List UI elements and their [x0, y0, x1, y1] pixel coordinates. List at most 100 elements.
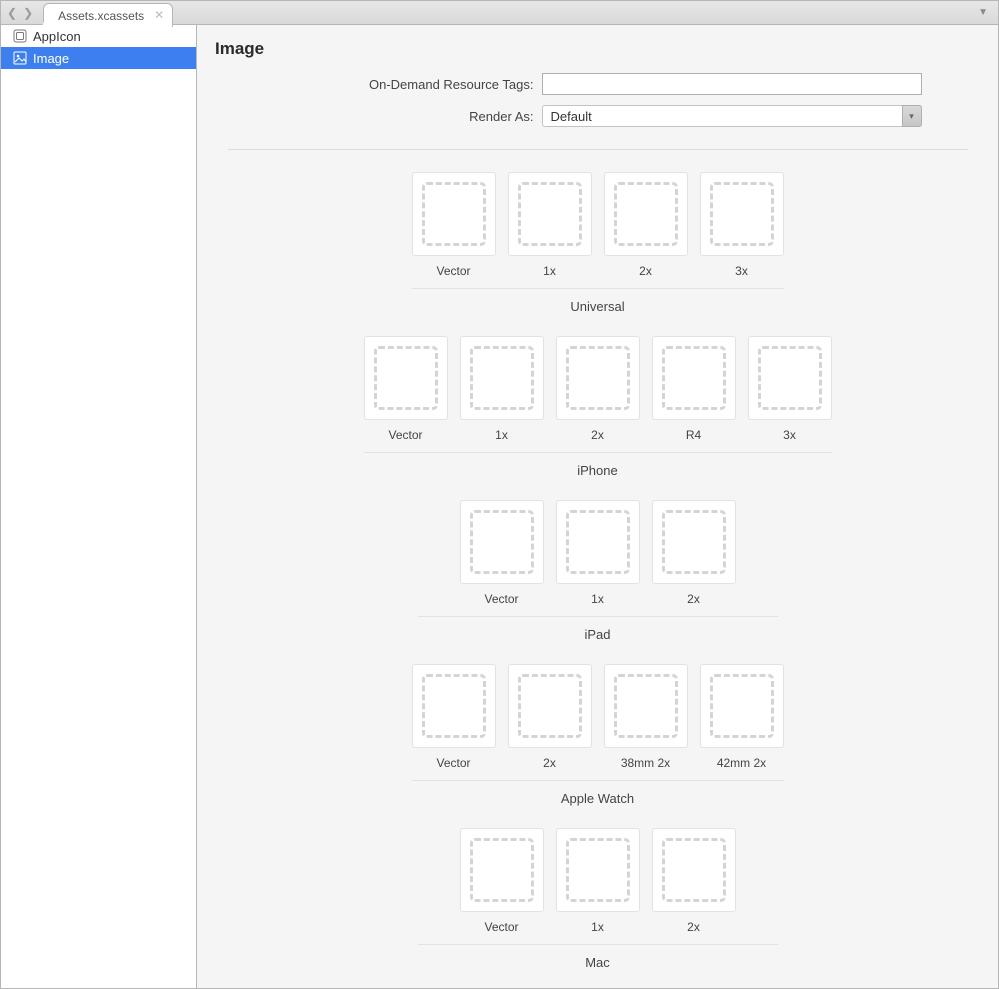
image-group: Vector2x38mm 2x42mm 2xApple Watch [412, 664, 784, 806]
tags-row: On-Demand Resource Tags: [274, 73, 922, 95]
image-well[interactable] [700, 172, 784, 256]
image-well[interactable] [652, 500, 736, 584]
slot-label: Vector [436, 756, 470, 770]
image-well[interactable] [460, 828, 544, 912]
slot-label: 1x [543, 264, 556, 278]
placeholder-icon [662, 838, 726, 902]
image-slot: Vector [412, 172, 496, 278]
placeholder-icon [374, 346, 438, 410]
placeholder-icon [470, 510, 534, 574]
slot-row: Vector2x38mm 2x42mm 2x [412, 664, 784, 770]
sidebar-item-image[interactable]: Image [1, 47, 196, 69]
image-slot: R4 [652, 336, 736, 442]
placeholder-icon [614, 674, 678, 738]
image-group: Vector1x2xiPad [418, 500, 778, 642]
group-divider [412, 288, 784, 289]
nav-back-button[interactable]: ❮ [7, 6, 17, 20]
image-well[interactable] [604, 664, 688, 748]
image-slot: 3x [700, 172, 784, 278]
placeholder-icon [614, 182, 678, 246]
appicon-icon [13, 29, 27, 43]
placeholder-icon [758, 346, 822, 410]
slot-label: Vector [436, 264, 470, 278]
image-slot: Vector [460, 828, 544, 934]
placeholder-icon [422, 182, 486, 246]
image-well[interactable] [604, 172, 688, 256]
imageset-icon [13, 51, 27, 65]
slot-label: Vector [484, 920, 518, 934]
body: AppIcon Image Image On-Demand Resource T… [1, 25, 998, 988]
window: ❮ ❯ Assets.xcassets ✕ ▼ AppIcon Image [0, 0, 999, 989]
image-well[interactable] [748, 336, 832, 420]
tab-assets[interactable]: Assets.xcassets ✕ [43, 3, 173, 27]
overflow-menu-button[interactable]: ▼ [974, 7, 992, 18]
nav-forward-button[interactable]: ❯ [23, 6, 33, 20]
placeholder-icon [470, 346, 534, 410]
image-well[interactable] [508, 664, 592, 748]
image-well[interactable] [412, 664, 496, 748]
image-well[interactable] [652, 828, 736, 912]
slot-label: Vector [388, 428, 422, 442]
slot-label: 1x [495, 428, 508, 442]
chevron-down-icon: ▾ [902, 105, 922, 127]
image-slot: Vector [412, 664, 496, 770]
tags-input[interactable] [542, 73, 922, 95]
image-slot: 2x [652, 500, 736, 606]
placeholder-icon [662, 346, 726, 410]
image-set-groups: Vector 1x 2x 3x Universal Vector 1x 2x R4 3x iPhon… [209, 150, 986, 970]
slot-label: 2x [591, 428, 604, 442]
image-group: Vector1x2xMac [418, 828, 778, 970]
image-well[interactable] [412, 172, 496, 256]
image-slot: 1x [508, 172, 592, 278]
image-slot: 42mm 2x [700, 664, 784, 770]
image-well[interactable] [364, 336, 448, 420]
placeholder-icon [566, 838, 630, 902]
image-well[interactable] [700, 664, 784, 748]
slot-label: 1x [591, 920, 604, 934]
group-name: iPad [584, 627, 610, 642]
image-well[interactable] [556, 500, 640, 584]
image-well[interactable] [556, 336, 640, 420]
placeholder-icon [566, 346, 630, 410]
placeholder-icon [710, 182, 774, 246]
tab-bar: ❮ ❯ Assets.xcassets ✕ ▼ [1, 1, 998, 25]
placeholder-icon [566, 510, 630, 574]
slot-label: R4 [686, 428, 701, 442]
image-group: Vector 1x 2x R4 3x iPhone [364, 336, 832, 478]
form-divider [228, 149, 968, 150]
image-well[interactable] [460, 500, 544, 584]
slot-label: 2x [639, 264, 652, 278]
slot-label: 3x [735, 264, 748, 278]
sidebar-item-label: AppIcon [33, 29, 81, 44]
close-icon[interactable]: ✕ [154, 8, 164, 22]
image-well[interactable] [508, 172, 592, 256]
slot-label: 2x [687, 592, 700, 606]
tags-label: On-Demand Resource Tags: [274, 77, 534, 92]
render-select[interactable]: Default ▾ [542, 105, 922, 127]
placeholder-icon [422, 674, 486, 738]
slot-row: Vector1x2x [460, 500, 736, 606]
image-slot: Vector [364, 336, 448, 442]
render-select-value: Default [542, 105, 922, 127]
sidebar-item-label: Image [33, 51, 69, 66]
group-name: iPhone [577, 463, 617, 478]
tab-title: Assets.xcassets [58, 9, 144, 23]
asset-detail-pane: Image On-Demand Resource Tags: Render As… [197, 25, 998, 988]
page-title: Image [215, 39, 986, 59]
image-slot: 3x [748, 336, 832, 442]
placeholder-icon [710, 674, 774, 738]
sidebar-item-appicon[interactable]: AppIcon [1, 25, 196, 47]
image-slot: 1x [556, 500, 640, 606]
slot-row: Vector 1x 2x 3x [412, 172, 784, 278]
image-slot: 2x [604, 172, 688, 278]
placeholder-icon [662, 510, 726, 574]
image-group: Vector 1x 2x 3x Universal [412, 172, 784, 314]
render-row: Render As: Default ▾ [274, 105, 922, 127]
image-well[interactable] [460, 336, 544, 420]
group-name: Universal [570, 299, 624, 314]
image-well[interactable] [556, 828, 640, 912]
image-slot: 2x [508, 664, 592, 770]
group-divider [418, 944, 778, 945]
image-well[interactable] [652, 336, 736, 420]
slot-label: 2x [543, 756, 556, 770]
